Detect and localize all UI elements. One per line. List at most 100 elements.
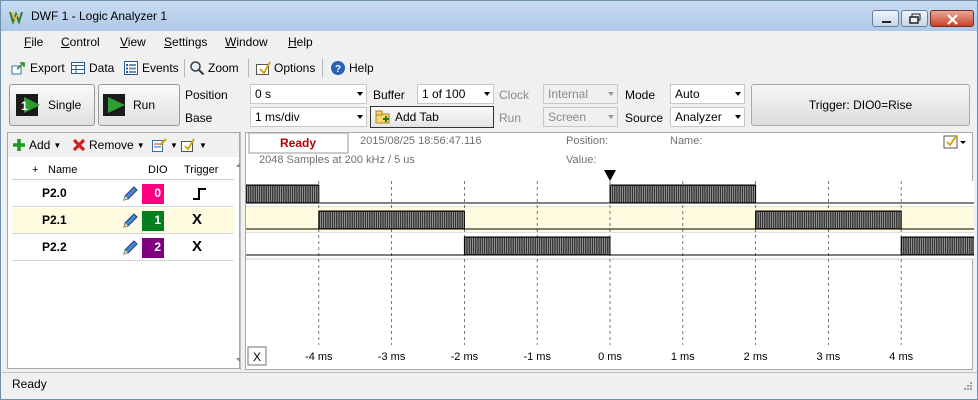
menu-settings[interactable]: Settings (164, 35, 207, 49)
dropdown-arrow-icon (484, 92, 490, 96)
dio-column-header: DIO (148, 164, 168, 176)
mode-label: Mode (625, 88, 656, 102)
title-bar: DWF 1 - Logic Analyzer 1 (1, 1, 977, 31)
zoom-button[interactable]: Zoom (189, 59, 239, 77)
rising-edge-icon[interactable] (192, 187, 208, 201)
time-axis-label: -1 ms (523, 351, 551, 363)
clock-label: Clock (499, 88, 530, 102)
pencil-icon[interactable] (122, 240, 138, 256)
position-label: Position (185, 88, 228, 102)
position-input[interactable]: 0 s (250, 84, 367, 104)
trigger-mode-select[interactable]: Auto (670, 84, 745, 104)
run-button[interactable]: Run (98, 84, 180, 126)
acquisition-timestamp: 2015/08/25 18:56:47.116 (360, 135, 482, 147)
time-axis-label: -3 ms (378, 351, 406, 363)
waveforms-logo-icon (9, 11, 23, 25)
dropdown-arrow-icon (735, 115, 741, 119)
menu-file[interactable]: File (24, 35, 43, 49)
samples-info: 2048 Samples at 200 kHz / 5 us (259, 154, 415, 166)
signal-activity-block (246, 184, 320, 204)
options-icon (181, 138, 195, 152)
single-acquisition-icon: 1 (16, 94, 40, 116)
svg-text:1: 1 (21, 99, 28, 113)
time-axis-label: 3 ms (816, 351, 840, 363)
menu-help[interactable]: Help (288, 35, 313, 49)
status-text: Ready (12, 377, 47, 391)
maximize-button[interactable] (901, 10, 928, 27)
channels-toolbar: Add ▼ Remove ▼ ▼ ▼ (8, 133, 239, 157)
help-button[interactable]: ? Help (330, 59, 374, 77)
base-input[interactable]: 1 ms/div (250, 107, 367, 127)
dropdown-arrow-icon (735, 92, 741, 96)
add-tab-icon (375, 110, 390, 124)
trigger-dont-care[interactable]: X (192, 211, 202, 228)
signal-activity-block (318, 210, 465, 230)
close-cursor-label: X (253, 350, 261, 364)
resize-grip-icon[interactable] (961, 379, 973, 391)
trigger-column-header: Trigger (184, 164, 219, 176)
data-button[interactable]: Data (70, 59, 114, 77)
events-button[interactable]: Events (123, 59, 179, 77)
minimize-button[interactable] (872, 10, 899, 27)
minimize-icon (882, 21, 891, 23)
toolbar-separator (248, 59, 249, 77)
run-mode-label: Run (499, 111, 522, 125)
activity-fill (755, 210, 902, 230)
remove-channel-button[interactable]: Remove ▼ (72, 136, 145, 154)
close-button[interactable] (930, 10, 974, 27)
signal-activity-block (463, 236, 611, 256)
chevron-down-icon: ▼ (53, 140, 62, 150)
menu-window[interactable]: Window (225, 35, 268, 49)
waveform-canvas[interactable]: Ready 2015/08/25 18:56:47.116 2048 Sampl… (246, 133, 974, 371)
channel-row[interactable]: P2.1 1 X (12, 208, 234, 234)
plot-options-button[interactable] (943, 134, 966, 149)
channels-table-header: + Name DIO Trigger (12, 160, 234, 180)
close-cursor-button[interactable]: X (247, 346, 267, 366)
trigger-position-marker[interactable] (604, 170, 616, 181)
pencil-icon[interactable] (122, 186, 138, 202)
time-axis-label: 4 ms (889, 351, 913, 363)
name-column-header: Name (48, 164, 78, 176)
run-mode-select[interactable]: Screen (543, 107, 618, 127)
activity-fill (318, 210, 465, 230)
help-icon: ? (331, 61, 345, 75)
time-axis-label: 2 ms (744, 351, 768, 363)
menu-view[interactable]: View (120, 35, 146, 49)
signal-activity-block (755, 210, 902, 230)
export-button[interactable]: Export (11, 59, 65, 77)
dropdown-arrow-icon (608, 115, 614, 119)
toolbar-separator (184, 59, 185, 77)
menu-control[interactable]: Control (61, 35, 100, 49)
single-button[interactable]: 1 Single (9, 84, 95, 126)
dio-badge: 1 (142, 211, 164, 231)
status-bar: Ready (2, 372, 977, 393)
options-button[interactable]: Options (255, 59, 315, 77)
toolbar-separator (322, 59, 323, 77)
signal-activity-block (900, 236, 974, 256)
data-table-icon (71, 62, 85, 74)
pencil-icon[interactable] (122, 213, 138, 229)
add-tab-button[interactable]: Add Tab (370, 106, 494, 128)
trigger-summary-button[interactable]: Trigger: DIO0=Rise (751, 84, 970, 126)
chevron-down-icon: ▼ (136, 140, 145, 150)
edit-note-icon (152, 138, 167, 152)
buffer-label: Buffer (373, 88, 405, 102)
trigger-dont-care[interactable]: X (192, 238, 202, 255)
acquisition-controls: 1 Single Run Position 0 s Base 1 ms/div … (2, 81, 977, 129)
window-title: DWF 1 - Logic Analyzer 1 (31, 9, 168, 23)
channel-row[interactable]: P2.2 2 X (12, 235, 234, 261)
channel-options-button[interactable]: ▼ (180, 136, 207, 154)
source-label: Source (625, 111, 664, 125)
buffer-select[interactable]: 1 of 100 (417, 84, 494, 104)
close-icon (947, 14, 958, 25)
add-channel-button[interactable]: Add ▼ (12, 136, 61, 154)
edit-channel-button[interactable]: ▼ (151, 136, 178, 154)
clock-select[interactable]: Internal (543, 84, 618, 104)
waveform-plot[interactable]: Ready 2015/08/25 18:56:47.116 2048 Sampl… (245, 132, 974, 371)
base-label: Base (185, 111, 213, 125)
trigger-source-select[interactable]: Analyzer (670, 107, 745, 127)
menu-bar: File Control View Settings Window Help (2, 32, 977, 53)
channel-row[interactable]: P2.0 0 (12, 181, 234, 207)
acquisition-status: Ready (280, 136, 316, 150)
expand-header[interactable]: + (32, 164, 38, 176)
